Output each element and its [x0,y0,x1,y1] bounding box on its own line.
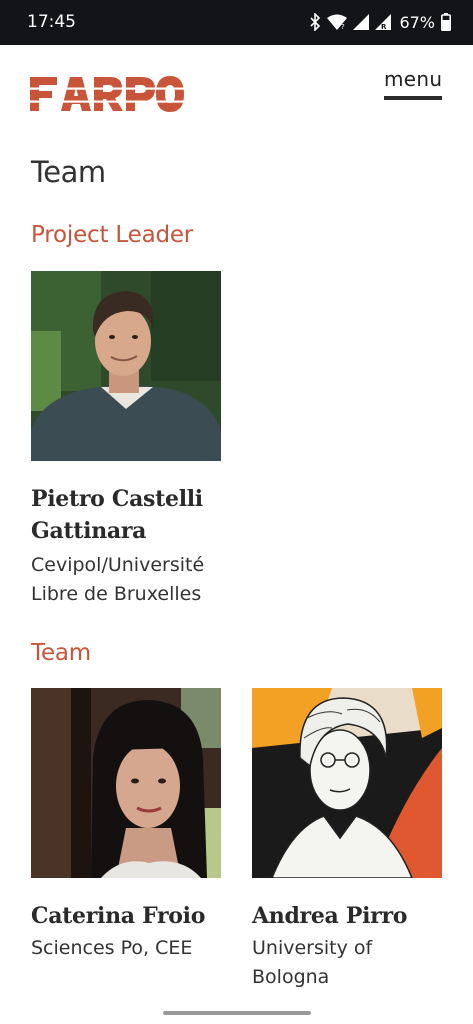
member-name-line: Pietro Castelli [31,486,203,512]
member-photo[interactable] [31,271,221,461]
svg-text:R: R [381,23,387,30]
member-name: Caterina Froio [31,900,221,932]
member-photo[interactable] [31,688,221,878]
home-indicator[interactable] [163,1011,311,1015]
member-name: Andrea Pirro [252,900,442,932]
battery-icon [441,13,451,31]
bluetooth-icon [309,13,321,31]
member-affiliation: University of Bologna [252,934,442,992]
member-affiliation-line: Sciences Po, CEE [31,937,193,959]
battery-percent: 67% [399,12,435,32]
wifi-icon: ? [327,14,348,30]
status-time: 17:45 [27,12,76,32]
member-name-line: Gattinara [31,518,147,544]
team-member-card[interactable]: Andrea Pirro University of Bologna [252,688,442,992]
member-affiliation-line: University of [252,937,373,959]
signal-icon [353,14,370,30]
member-affiliation: Cevipol/Université Libre de Bruxelles [31,551,221,609]
menu-underline [384,96,442,100]
team-member-card[interactable]: Caterina Froio Sciences Po, CEE [31,688,221,963]
member-name-line: Caterina Froio [31,903,206,929]
status-icons: ? R 67% [309,11,451,33]
member-affiliation-line: Bologna [252,966,330,988]
member-name: Pietro Castelli Gattinara [31,483,221,547]
member-name-line: Andrea Pirro [252,903,408,929]
menu-button[interactable]: menu [384,67,442,101]
page-title: Team [31,155,106,189]
signal-roaming-icon: R [375,14,392,30]
member-affiliation-line: Libre de Bruxelles [31,583,202,605]
section-heading-team: Team [31,640,91,666]
section-heading-project-leader: Project Leader [31,222,194,248]
svg-text:?: ? [341,23,345,30]
farpo-logo[interactable] [30,76,184,117]
menu-label: menu [384,67,443,91]
team-member-card[interactable]: Pietro Castelli Gattinara Cevipol/Univer… [31,271,221,609]
member-affiliation-line: Cevipol/Université [31,554,205,576]
status-bar: 17:45 ? R 67% [0,0,473,45]
member-affiliation: Sciences Po, CEE [31,934,221,963]
member-photo[interactable] [252,688,442,878]
